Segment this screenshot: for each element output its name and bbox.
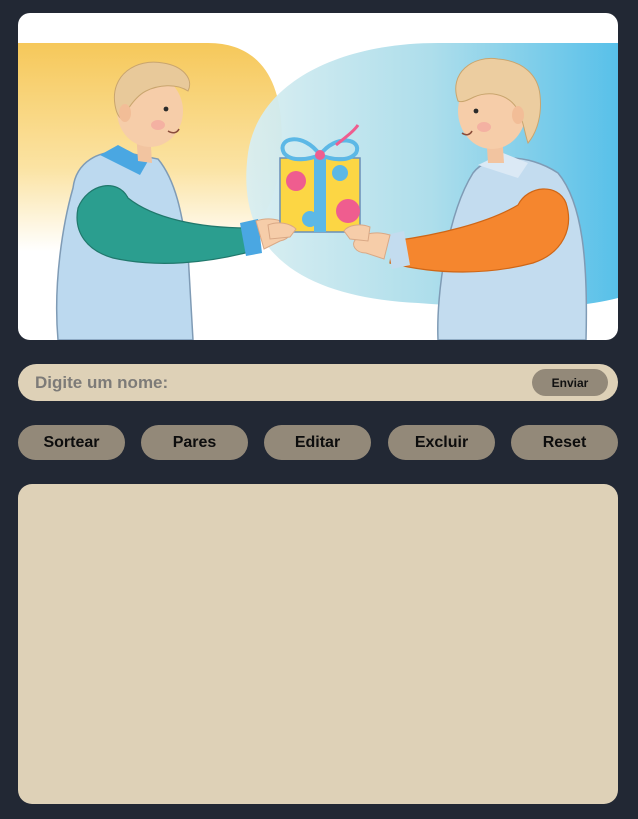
pairs-button[interactable]: Pares xyxy=(141,425,248,460)
draw-button[interactable]: Sortear xyxy=(18,425,125,460)
name-entry-bar: Enviar xyxy=(18,364,618,401)
edit-button[interactable]: Editar xyxy=(264,425,371,460)
name-input[interactable] xyxy=(18,364,518,401)
send-button[interactable]: Enviar xyxy=(532,369,608,396)
results-panel xyxy=(18,484,618,804)
action-buttons: Sortear Pares Editar Excluir Reset xyxy=(18,425,618,460)
reset-button[interactable]: Reset xyxy=(511,425,618,460)
gift-exchange-illustration xyxy=(18,43,618,340)
delete-button[interactable]: Excluir xyxy=(388,425,495,460)
hero-illustration xyxy=(18,13,618,340)
